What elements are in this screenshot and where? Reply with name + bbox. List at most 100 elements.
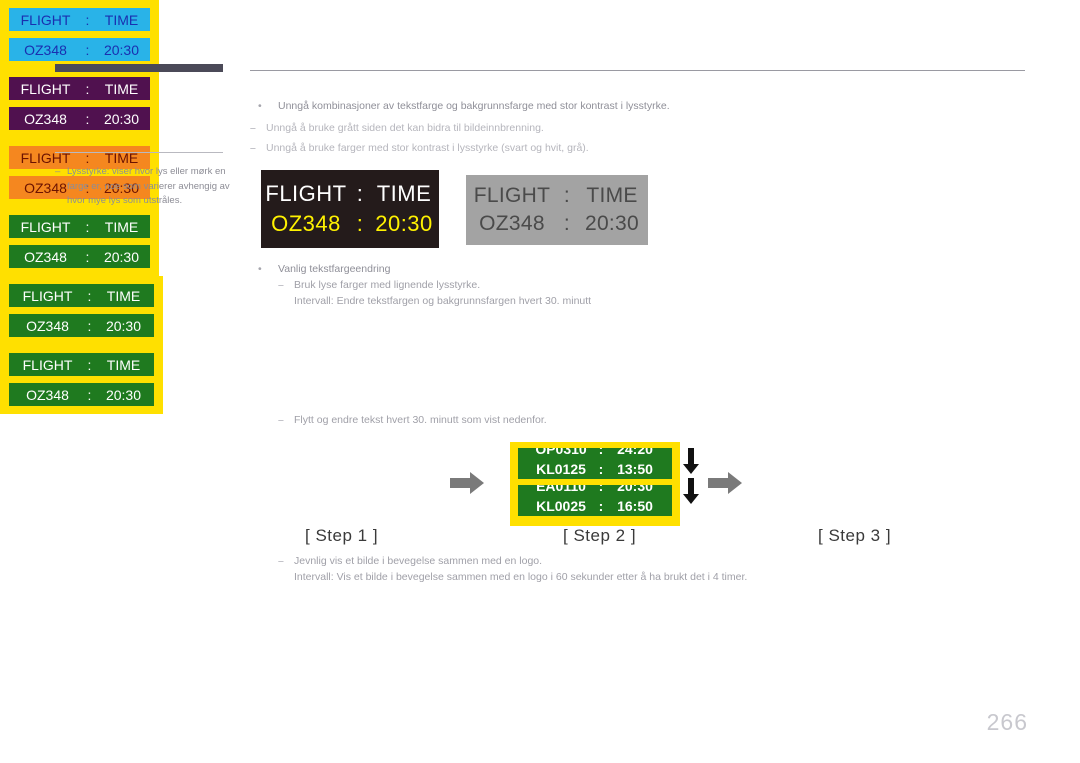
flight-time: 24:20 <box>617 448 653 457</box>
step-1-row-header: FLIGHT : TIME <box>9 284 154 307</box>
body-line-9-text: Intervall: Vis et bilde i bevegelse samm… <box>294 571 748 583</box>
arrow-down-icon <box>683 478 699 504</box>
separator: : <box>85 41 90 58</box>
separator: : <box>598 485 604 494</box>
body-line-6: Intervall: Endre tekstfargen og bakgrunn… <box>294 294 591 308</box>
body-line-5-text: Bruk lyse farger med lignende lysstyrke. <box>294 279 481 291</box>
dash-marker: – <box>278 555 284 567</box>
separator: : <box>356 181 364 206</box>
separator: : <box>85 248 90 265</box>
arrow-down-icon <box>683 448 699 474</box>
step-2-caption: [ Step 2 ] <box>563 526 637 545</box>
separator: : <box>87 356 92 373</box>
flight-display-gray-row-header: FLIGHT : TIME <box>466 184 648 208</box>
separator: : <box>563 212 571 235</box>
separator: : <box>87 386 92 403</box>
body-line-5: – Bruk lyse farger med lignende lysstyrke… <box>278 278 480 292</box>
body-line-3-text: Unngå å bruke farger med stor kontrast i… <box>266 142 589 154</box>
flight-time: 20:30 <box>103 248 140 265</box>
body-line-2-text: Unngå å bruke grått siden det kan bidra … <box>266 122 544 134</box>
time-label: TIME <box>104 11 139 28</box>
flight-number: OZ348 <box>26 386 69 403</box>
body-line-1-text: Unngå kombinasjoner av tekstfarge og bak… <box>278 100 670 112</box>
flight-number: KL0025 <box>536 498 586 514</box>
step-3-caption: [ Step 3 ] <box>818 526 892 545</box>
flight-number: OZ348 <box>479 212 545 235</box>
body-line-1: • Unngå kombinasjoner av tekstfarge og ba… <box>258 99 670 113</box>
body-line-2: – Unngå å bruke grått siden det kan bidra… <box>250 121 544 135</box>
separator: : <box>87 287 92 304</box>
flight-display-dark: FLIGHT : TIME OZ348 : 20:30 <box>261 170 439 248</box>
flight-display-swatch-1: FLIGHT : TIME OZ348 : 20:30 <box>0 0 159 69</box>
body-line-9: Intervall: Vis et bilde i bevegelse samm… <box>294 570 747 584</box>
flight-number: OZ348 <box>24 110 67 127</box>
separator: : <box>85 218 90 235</box>
time-label: TIME <box>106 287 141 304</box>
step-2-scroll-bar-bottom: EA0110 : 20:30 KL0025 : 16:50 <box>518 485 672 516</box>
header-divider <box>250 70 1025 71</box>
flight-display-swatch-2: FLIGHT : TIME OZ348 : 20:30 <box>0 69 159 138</box>
sidebar-divider <box>55 152 223 153</box>
flight-display-gray-row-value: OZ348 : 20:30 <box>466 212 648 236</box>
flight-time: 20:30 <box>617 485 653 494</box>
flight-number: OZ348 <box>24 248 67 265</box>
flight-time: 20:30 <box>584 212 640 235</box>
swatch-1-row-value: OZ348 : 20:30 <box>9 38 150 61</box>
flight-label: FLIGHT <box>20 80 71 97</box>
step-3-row-header: FLIGHT : TIME <box>9 353 154 376</box>
sidebar-note-text: Lysstyrke: viser hvor lys eller mørk en … <box>67 166 230 206</box>
arrow-right-icon <box>708 472 742 494</box>
sidebar: – Lysstyrke: viser hvor lys eller mørk e… <box>55 152 230 209</box>
step-2-scroll-line-1: OP0310 : 24:20 <box>518 448 672 459</box>
flight-number: EA0110 <box>536 485 586 494</box>
swatch-2-row-header: FLIGHT : TIME <box>9 77 150 100</box>
flight-display-swatch-4: FLIGHT : TIME OZ348 : 20:30 <box>0 207 159 276</box>
body-line-6-text: Intervall: Endre tekstfargen og bakgrunn… <box>294 295 592 307</box>
flight-display-gray: FLIGHT : TIME OZ348 : 20:30 <box>466 175 648 245</box>
step-2-scroll-line-2: KL0125 : 13:50 <box>518 459 672 479</box>
flight-number: OZ348 <box>24 41 67 58</box>
step-2-scroll-bar-top: OP0310 : 24:20 KL0125 : 13:50 <box>518 448 672 479</box>
flight-time: 20:30 <box>375 211 433 236</box>
step-2-scroll-line-4: KL0025 : 16:50 <box>518 496 672 516</box>
swatch-4-row-value: OZ348 : 20:30 <box>9 245 150 268</box>
flight-number: OZ348 <box>26 317 69 334</box>
time-label: TIME <box>104 218 139 235</box>
flight-label: FLIGHT <box>265 181 347 206</box>
flight-number: OP0310 <box>535 448 587 457</box>
step-3-row-value: OZ348 : 20:30 <box>9 383 154 406</box>
flight-label: FLIGHT <box>473 184 551 207</box>
separator: : <box>356 211 364 236</box>
flight-display-dark-row-value: OZ348 : 20:30 <box>261 211 439 237</box>
body-line-7-text: Flytt og endre tekst hvert 30. minutt so… <box>294 414 547 426</box>
flight-time: 20:30 <box>103 110 140 127</box>
separator: : <box>598 461 604 477</box>
separator: : <box>85 110 90 127</box>
document-page: – Lysstyrke: viser hvor lys eller mørk e… <box>0 0 1080 763</box>
body-line-8: – Jevnlig vis et bilde i bevegelse sammen… <box>278 554 542 568</box>
separator: : <box>87 317 92 334</box>
flight-time: 20:30 <box>103 41 140 58</box>
step-2-scroll-line-3: EA0110 : 20:30 <box>518 485 672 496</box>
dash-marker: – <box>250 142 256 154</box>
time-label: TIME <box>376 181 432 206</box>
body-line-4: • Vanlig tekstfargeendring <box>258 262 390 276</box>
bullet-marker: • <box>258 263 262 275</box>
body-line-3: – Unngå å bruke farger med stor kontrast … <box>250 141 589 155</box>
flight-label: FLIGHT <box>20 11 71 28</box>
body-line-7: – Flytt og endre tekst hvert 30. minutt s… <box>278 413 547 427</box>
separator: : <box>598 498 604 514</box>
separator: : <box>598 448 604 457</box>
sidebar-note-dash: – <box>55 166 61 177</box>
flight-number: OZ348 <box>271 211 341 236</box>
swatch-1-row-header: FLIGHT : TIME <box>9 8 150 31</box>
dash-marker: – <box>278 414 284 426</box>
dash-marker: – <box>250 122 256 134</box>
flight-time: 20:30 <box>105 386 142 403</box>
step-1-caption: [ Step 1 ] <box>305 526 379 545</box>
separator: : <box>563 184 571 207</box>
flight-time: 20:30 <box>105 317 142 334</box>
dash-marker: – <box>278 279 284 291</box>
flight-display-step-3: FLIGHT : TIME OZ348 : 20:30 <box>0 345 163 414</box>
body-line-4-text: Vanlig tekstfargeendring <box>278 263 391 275</box>
